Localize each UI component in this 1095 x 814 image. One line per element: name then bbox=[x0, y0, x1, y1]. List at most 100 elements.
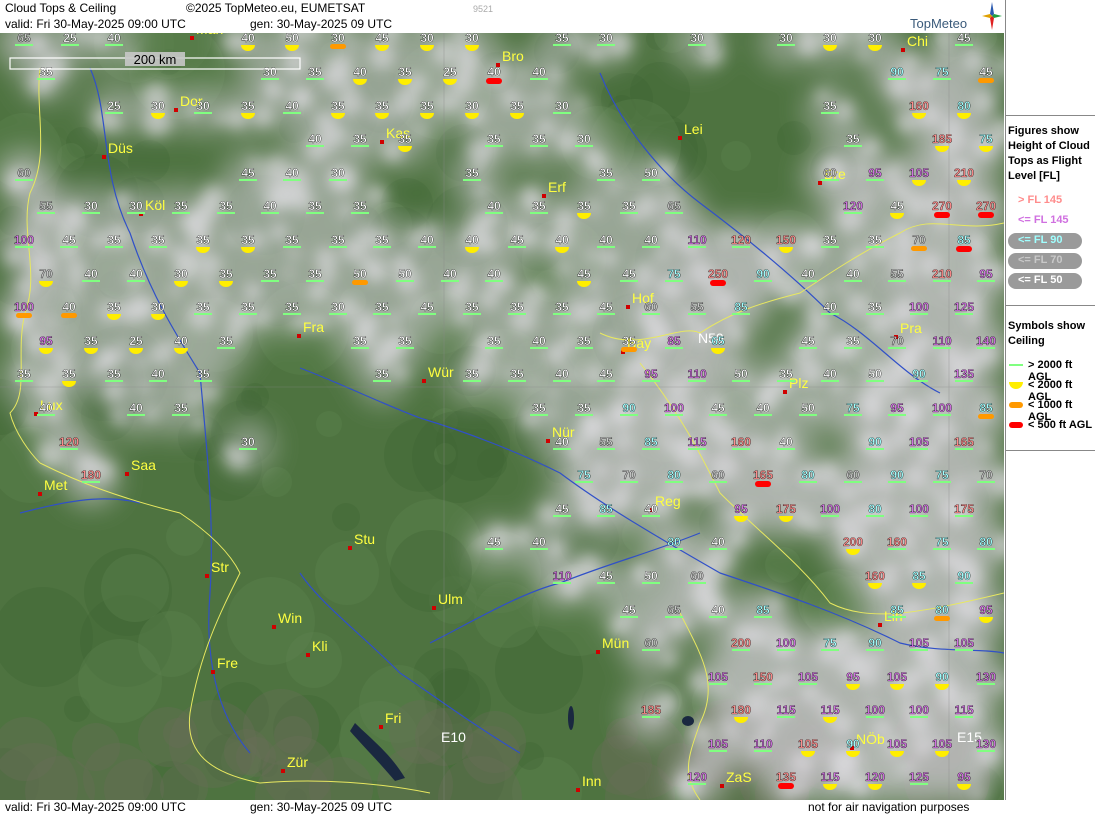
cloud-top-value: 70 bbox=[39, 267, 53, 281]
cloud-top-value: 35 bbox=[577, 401, 591, 415]
cloud-top-marker: 35 bbox=[866, 300, 884, 315]
logo-text: TopMeteo bbox=[910, 16, 968, 31]
cloud-top-marker: 175 bbox=[954, 502, 975, 517]
cloud-puff bbox=[17, 277, 37, 297]
cloud-top-value: 30 bbox=[420, 33, 434, 45]
cloud-top-value: 120 bbox=[731, 233, 751, 247]
city-marker bbox=[205, 574, 209, 578]
cloud-top-value: 40 bbox=[711, 535, 725, 549]
cloud-puff bbox=[807, 303, 821, 317]
cloud-top-marker: 160 bbox=[731, 435, 752, 450]
cloud-top-value: 45 bbox=[62, 233, 76, 247]
cloud-top-marker: 25 bbox=[443, 65, 457, 85]
cloud-puff bbox=[169, 285, 181, 297]
cloud-top-value: 45 bbox=[555, 502, 569, 516]
city-label: Zür bbox=[287, 754, 308, 770]
cloud-puff bbox=[479, 234, 499, 254]
cloud-top-value: 45 bbox=[801, 334, 815, 348]
cloud-top-marker: 40 bbox=[553, 435, 571, 450]
legend-fig-title-1: Figures show bbox=[1008, 125, 1079, 137]
ceiling-symbol bbox=[352, 280, 368, 285]
cloud-puff bbox=[799, 233, 823, 257]
cloud-top-marker: 45 bbox=[597, 367, 615, 382]
cloud-top-marker: 70 bbox=[39, 267, 53, 287]
cloud-top-marker: 95 bbox=[957, 770, 971, 790]
cloud-top-value: 40 bbox=[644, 233, 658, 247]
city-marker bbox=[281, 769, 285, 773]
cloud-top-marker: 35 bbox=[306, 199, 324, 214]
city-marker bbox=[348, 546, 352, 550]
cloud-top-marker: 45 bbox=[553, 502, 571, 517]
ceiling-symbol bbox=[978, 212, 994, 218]
cloud-top-value: 35 bbox=[398, 334, 412, 348]
cloud-puff bbox=[722, 719, 736, 733]
cloud-puff bbox=[816, 462, 840, 486]
legend-symbol-item: > 2000 ft AGL bbox=[1008, 357, 1094, 383]
cloud-top-value: 150 bbox=[776, 233, 796, 247]
cloud-top-marker: 100 bbox=[865, 703, 886, 718]
city-label: Chi bbox=[907, 33, 928, 49]
cloud-top-marker: 120 bbox=[59, 435, 80, 450]
cloud-top-marker: 35 bbox=[172, 401, 190, 416]
cloud-top-value: 270 bbox=[932, 199, 952, 213]
cloud-top-value: 35 bbox=[196, 367, 210, 381]
cloud-top-marker: 45 bbox=[508, 233, 526, 248]
cloud-top-value: 65 bbox=[17, 33, 31, 45]
cloud-top-marker: 40 bbox=[105, 33, 123, 46]
cloud-top-value: 40 bbox=[532, 535, 546, 549]
cloud-top-value: 45 bbox=[622, 267, 636, 281]
city-marker bbox=[720, 784, 724, 788]
cloud-puff bbox=[977, 440, 991, 454]
cloud-puff bbox=[150, 343, 172, 365]
cloud-top-value: 30 bbox=[263, 65, 277, 79]
cloud-top-value: 35 bbox=[107, 233, 121, 247]
cloud-top-marker: 95 bbox=[734, 502, 748, 522]
cloud-top-value: 175 bbox=[776, 502, 796, 516]
cloud-puff bbox=[782, 672, 796, 686]
cloud-top-value: 35 bbox=[510, 367, 524, 381]
cloud-top-value: 80 bbox=[667, 535, 681, 549]
cloud-top-value: 160 bbox=[887, 535, 907, 549]
cloud-top-marker: 100 bbox=[664, 401, 685, 416]
cloud-top-marker: 35 bbox=[373, 300, 391, 315]
cloud-top-marker: 35 bbox=[37, 65, 55, 80]
legend-sym-title-1: Symbols show bbox=[1008, 320, 1086, 332]
cloud-top-value: 105 bbox=[708, 737, 728, 751]
ceiling-symbol bbox=[330, 44, 346, 49]
cloud-top-value: 35 bbox=[331, 233, 345, 247]
cloud-top-marker: 35 bbox=[398, 65, 412, 85]
cloud-top-marker: 85 bbox=[732, 300, 750, 315]
cloud-top-marker: 40 bbox=[261, 199, 279, 214]
city-marker bbox=[783, 390, 787, 394]
lake-ammersee bbox=[568, 706, 574, 730]
cloud-top-marker: 35 bbox=[351, 132, 369, 147]
legend-symbol-label: < 500 ft AGL bbox=[1028, 419, 1093, 431]
cloud-top-value: 110 bbox=[687, 367, 707, 381]
cloud-top-marker: 85 bbox=[978, 401, 994, 419]
cloud-top-value: 65 bbox=[667, 199, 681, 213]
cloud-puff bbox=[339, 203, 353, 217]
cloud-top-value: 105 bbox=[932, 737, 952, 751]
cloud-puff bbox=[952, 478, 968, 494]
cloud-puff bbox=[456, 52, 480, 76]
city-marker bbox=[272, 625, 276, 629]
cloud-top-marker: 45 bbox=[577, 267, 591, 287]
cloud-top-marker: 40 bbox=[127, 401, 145, 416]
ceiling-symbol bbox=[486, 78, 502, 84]
cloud-top-marker: 165 bbox=[753, 468, 774, 487]
cloud-top-value: 40 bbox=[420, 233, 434, 247]
cloud-top-marker: 25 bbox=[61, 33, 79, 46]
cloud-top-marker: 35 bbox=[396, 334, 414, 349]
cloud-top-marker: 80 bbox=[866, 502, 884, 517]
cloud-top-value: 35 bbox=[353, 334, 367, 348]
cloud-puff bbox=[6, 178, 16, 188]
cloud-top-marker: 35 bbox=[508, 367, 526, 382]
cloud-top-marker: 35 bbox=[283, 233, 301, 248]
city-label: Met bbox=[44, 477, 67, 493]
cloud-top-value: 35 bbox=[577, 199, 591, 213]
cloud-puff bbox=[857, 147, 867, 157]
satellite-map[interactable]: Bro Dor Kas Lei Düs Erf Köl Hof Fra Pra Bay Wür Plz L… bbox=[0, 33, 1004, 800]
cloud-top-marker: 85 bbox=[956, 233, 972, 252]
cloud-top-value: 75 bbox=[935, 65, 949, 79]
cloud-top-marker: 270 bbox=[976, 199, 997, 218]
